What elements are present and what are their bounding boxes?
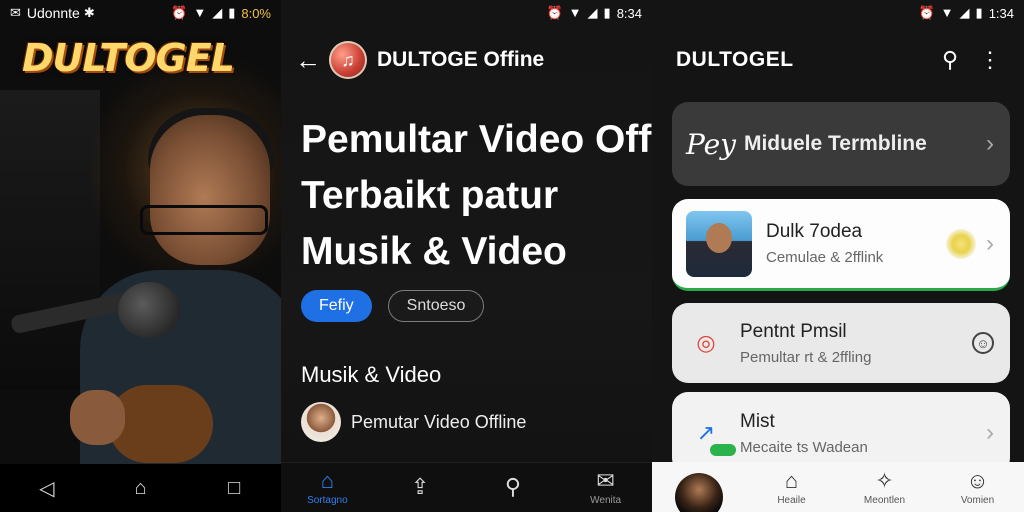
upload-icon: ⇪ <box>410 473 430 499</box>
app-header: ← ♫ DULTOGE Offine <box>295 38 642 82</box>
bottom-tab-bar: ⌂ Heaile ✧ Meontlen ☺ Vomien <box>652 462 1024 512</box>
status-time: 8:34 <box>616 5 642 21</box>
header-title: DULTOGE Offine <box>377 48 545 71</box>
sparkle-icon: ✧ <box>875 467 894 493</box>
tab-home[interactable]: ⌂ Heaile <box>757 467 827 506</box>
hero-line-3: Musik & Video <box>301 230 567 273</box>
tab-label: Wenita <box>590 495 622 506</box>
detail-panel: ⏰ ▼ ◢ ▮ 8:34 ← ♫ DULTOGE Offine Pemultar… <box>281 0 652 512</box>
status-bar: ⏰ ▼ ◢ ▮ 1:34 <box>652 0 1024 26</box>
system-nav-bar: ◁ ⌂ □ <box>0 464 281 512</box>
tab-messages[interactable]: ✉ Wenita <box>571 468 641 507</box>
app-header: DULTOGEL ⚲ ⋮ <box>676 38 1010 82</box>
player-card[interactable]: ◎ Pentnt Pmsil Pemultar rt & 2ffling ☺ <box>672 303 1010 383</box>
hero-line-2: Terbaikt patur <box>301 174 559 217</box>
smiley-icon[interactable]: ☺ <box>972 332 994 354</box>
secondary-chip-button[interactable]: Sntoeso <box>387 290 485 322</box>
avatar <box>301 402 341 442</box>
list-item-label: Pemutar Video Offline <box>351 411 527 432</box>
card-subtitle: Mecaite ts Wadean <box>740 438 868 456</box>
mail-icon: ✉ <box>10 5 21 20</box>
status-app-text: Udonnte <box>26 5 80 21</box>
tab-label: Heaile <box>777 494 806 506</box>
wifi-icon: ▼ <box>568 5 582 20</box>
battery-icon: ▮ <box>603 5 611 20</box>
target-icon: ◎ <box>696 330 716 355</box>
card-title: Pentnt Pmsil <box>740 320 847 342</box>
card-title: Dulk 7odea <box>766 221 863 242</box>
message-icon: ✉ <box>596 468 615 493</box>
alarm-icon: ⏰ <box>918 5 935 20</box>
hero-line-1: Pemultar Video Offl <box>301 118 652 161</box>
bottom-tab-bar: ⌂ Sortagno ⇪ ⚲ ✉ Wenita <box>281 462 652 512</box>
wifi-icon: ▼ <box>940 5 954 20</box>
featured-card[interactable]: Pey Miduele Termbline › <box>672 102 1010 186</box>
tab-label: Meontlen <box>863 494 906 506</box>
signal-icon: ◢ <box>212 5 223 20</box>
battery-icon: ▮ <box>228 5 236 20</box>
home-icon: ⌂ <box>784 467 799 493</box>
search-icon[interactable]: ⚲ <box>930 40 970 80</box>
primary-chip-button[interactable]: Fefiy <box>301 290 372 322</box>
tab-search[interactable]: ⚲ <box>478 473 548 501</box>
card-script-text: Pey <box>686 127 736 161</box>
battery-icon: ▮ <box>975 5 983 20</box>
home-icon: ⌂ <box>320 468 335 493</box>
app-icon: ♫ <box>329 41 367 79</box>
card-subtitle: Cemulae & 2fflink <box>766 249 884 266</box>
alarm-icon: ⏰ <box>546 5 563 20</box>
signal-icon: ◢ <box>959 5 970 20</box>
tab-home[interactable]: ⌂ Sortagno <box>292 468 362 507</box>
signal-icon: ◢ <box>587 5 598 20</box>
sun-badge-icon <box>946 228 976 259</box>
more-options-icon[interactable]: ⋮ <box>970 40 1010 80</box>
media-card[interactable]: Dulk 7odea Cemulae & 2fflink › <box>672 199 1010 291</box>
card-title: Mist <box>740 410 775 432</box>
back-nav-icon[interactable]: ◁ <box>27 468 67 508</box>
hero-headline: Pemultar Video Offl Terbaikt patur Musik… <box>301 112 652 280</box>
home-panel: ⏰ ▼ ◢ ▮ 1:34 DULTOGEL ⚲ ⋮ Pey Miduele Te… <box>652 0 1024 512</box>
tab-explore[interactable]: ✧ Meontlen <box>850 467 920 506</box>
bluetooth-icon: ✱ <box>83 5 95 20</box>
tab-profile[interactable] <box>664 453 734 512</box>
app-logo: DULTOGEL <box>22 36 235 80</box>
tab-label: Vomien <box>960 494 995 506</box>
action-chips: Fefiy Sntoeso <box>301 290 485 322</box>
list-item[interactable]: Pemutar Video Offline <box>301 402 526 442</box>
recents-nav-icon[interactable]: □ <box>214 468 254 508</box>
section-title: Musik & Video <box>301 362 442 387</box>
chevron-right-icon: › <box>986 130 994 157</box>
face-icon: ☺ <box>966 467 989 493</box>
alarm-icon: ⏰ <box>171 5 188 20</box>
status-bar: ✉ Udonnte ✱ ⏰ ▼ ◢ ▮ 8:0% <box>0 0 281 26</box>
battery-text: 8:0% <box>241 5 271 21</box>
thumbnail-image <box>686 210 752 277</box>
search-icon: ⚲ <box>504 473 521 499</box>
status-time: 1:34 <box>988 5 1014 21</box>
wifi-icon: ▼ <box>193 5 207 20</box>
avatar <box>674 473 723 512</box>
chevron-right-icon: › <box>986 229 994 257</box>
card-title: Miduele Termbline <box>743 132 927 155</box>
splash-panel: ✉ Udonnte ✱ ⏰ ▼ ◢ ▮ 8:0% DULTOGEL ◁ ⌂ □ <box>0 0 281 512</box>
status-bar: ⏰ ▼ ◢ ▮ 8:34 <box>281 0 652 26</box>
tab-account[interactable]: ☺ Vomien <box>943 467 1013 506</box>
home-nav-icon[interactable]: ⌂ <box>120 468 160 508</box>
card-subtitle: Pemultar rt & 2ffling <box>740 348 872 366</box>
tab-upload[interactable]: ⇪ <box>385 473 455 501</box>
chevron-right-icon: › <box>986 419 994 446</box>
back-arrow-icon[interactable]: ← <box>295 45 321 76</box>
tab-label: Sortagno <box>307 495 348 506</box>
header-title: DULTOGEL <box>676 48 794 71</box>
